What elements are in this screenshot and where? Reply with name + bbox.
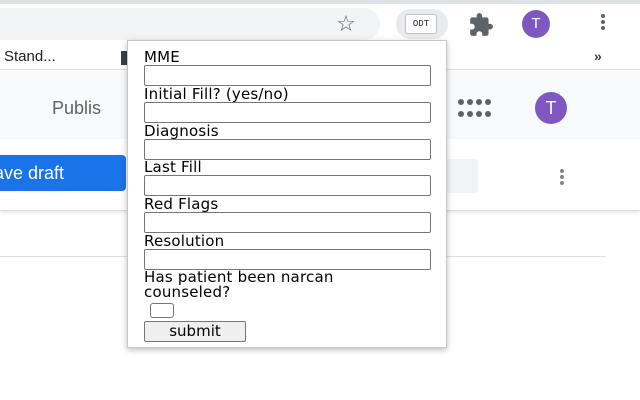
bookmark-star-icon[interactable]: ☆	[333, 12, 359, 38]
mme-input[interactable]	[144, 65, 431, 86]
bookmark-item[interactable]: Stand...	[4, 48, 56, 65]
bookmarks-overflow-icon[interactable]: »	[594, 48, 602, 64]
extension-popup-form: MME Initial Fill? (yes/no) Diagnosis Las…	[127, 40, 447, 348]
apps-grid-icon[interactable]	[458, 99, 491, 119]
resolution-input[interactable]	[144, 248, 431, 270]
more-options-icon[interactable]	[555, 167, 569, 189]
mme-label: MME	[144, 48, 180, 66]
initial-fill-input[interactable]	[144, 101, 431, 123]
odt-extension-button[interactable]: ODT	[396, 9, 448, 39]
tab-strip-edge	[0, 0, 640, 4]
publish-button[interactable]: Publis	[52, 98, 101, 119]
narcan-counseled-checkbox[interactable]	[150, 302, 174, 318]
browser-menu-icon[interactable]	[596, 12, 610, 36]
extensions-puzzle-icon[interactable]	[468, 12, 494, 38]
resolution-label: Resolution	[144, 231, 225, 250]
account-avatar[interactable]: T	[535, 92, 567, 124]
last-fill-field-group: Last Fill	[144, 158, 446, 197]
mme-field-group: MME	[144, 49, 446, 86]
last-fill-input[interactable]	[144, 175, 431, 197]
browser-profile-avatar[interactable]: T	[522, 10, 550, 38]
submit-button[interactable]: submit	[144, 320, 246, 342]
red-flags-field-group: Red Flags	[144, 195, 446, 234]
diagnosis-label: Diagnosis	[144, 121, 219, 140]
diagnosis-field-group: Diagnosis	[144, 123, 446, 160]
red-flags-label: Red Flags	[144, 195, 219, 214]
address-bar[interactable]	[0, 8, 380, 40]
last-fill-label: Last Fill	[144, 158, 202, 177]
narcan-counseled-label: Has patient been narcan counseled?	[144, 267, 334, 301]
resolution-field-group: Resolution	[144, 233, 446, 270]
initial-fill-label: Initial Fill? (yes/no)	[144, 84, 289, 103]
save-draft-button[interactable]: ave draft	[0, 155, 126, 191]
diagnosis-input[interactable]	[144, 138, 431, 160]
initial-fill-field-group: Initial Fill? (yes/no)	[144, 86, 446, 123]
odt-extension-icon: ODT	[405, 14, 437, 34]
red-flags-input[interactable]	[144, 212, 431, 234]
